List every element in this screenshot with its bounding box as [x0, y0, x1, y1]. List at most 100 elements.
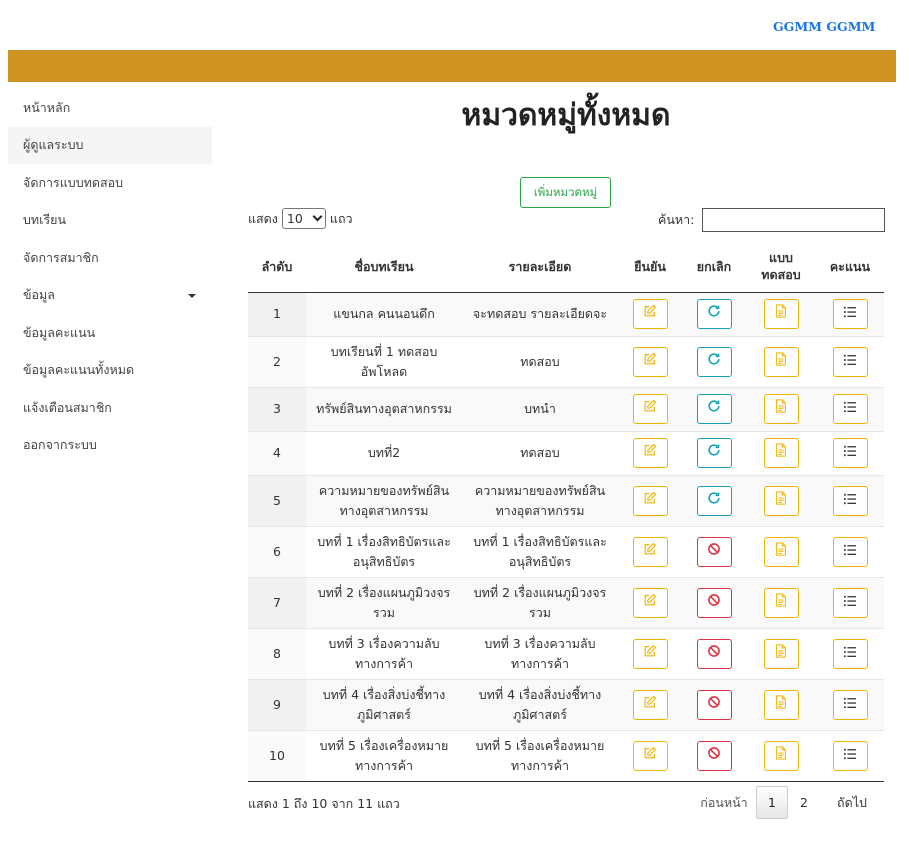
edit-icon: [643, 593, 657, 613]
cancel-button[interactable]: [696, 536, 732, 567]
cell-cancel: [682, 474, 746, 526]
table-info: แสดง 1 ถึง 10 จาก 11 แถว: [248, 796, 400, 811]
length-suffix: แถว: [329, 210, 353, 226]
sidebar-item-manage-members[interactable]: จัดการสมาชิก: [8, 239, 212, 277]
cell-no: 2: [248, 335, 306, 387]
confirm-button[interactable]: [632, 740, 668, 771]
table-row: 2 บทเรียนที่ 1 ทดสอบอัพโหลด ทดสอบ: [248, 335, 884, 387]
cancel-button[interactable]: [696, 740, 732, 771]
ban-icon: [707, 746, 721, 766]
cell-confirm: [618, 525, 682, 577]
score-button[interactable]: [832, 689, 868, 720]
table-row: 8 บทที่ 3 เรื่องความลับทางการค้า บทที่ 3 เ…: [248, 627, 884, 679]
sidebar-item-logout[interactable]: ออกจากระบบ: [8, 427, 212, 465]
document-icon: [775, 592, 787, 613]
list-icon: [843, 399, 857, 419]
score-button[interactable]: [832, 587, 868, 618]
column-header-score[interactable]: คะแนน: [816, 241, 884, 293]
cancel-button[interactable]: [696, 299, 732, 329]
column-header-detail[interactable]: รายละเอียด: [462, 241, 618, 293]
cancel-button[interactable]: [696, 689, 732, 720]
page-length-select[interactable]: 10: [281, 208, 326, 229]
ban-icon: [707, 542, 721, 562]
score-button[interactable]: [832, 394, 868, 424]
confirm-button[interactable]: [632, 346, 668, 377]
quiz-button[interactable]: [763, 740, 799, 771]
cell-quiz: [746, 291, 816, 336]
table-row: 5 ความหมายของทรัพย์สินทางอุตสาหกรรม ความหม…: [248, 474, 884, 526]
pagination-page-1[interactable]: 1: [756, 786, 788, 819]
quiz-button[interactable]: [763, 438, 799, 468]
pagination-page-2[interactable]: 2: [788, 786, 820, 819]
cell-no: 10: [248, 729, 306, 781]
cancel-button[interactable]: [696, 346, 732, 377]
table-body: 1 แขนกล คนนอนดึก จะทดสอบ รายละเอียดจะ 2 บทเร…: [248, 291, 884, 781]
user-name-link[interactable]: GGMM GGMM: [773, 19, 875, 34]
quiz-button[interactable]: [763, 638, 799, 669]
search-input[interactable]: [702, 208, 886, 232]
cell-quiz: [746, 525, 816, 577]
confirm-button[interactable]: [632, 638, 668, 669]
cell-no: 3: [248, 386, 306, 431]
confirm-button[interactable]: [632, 485, 668, 516]
sidebar-item-data[interactable]: ข้อมูล: [8, 277, 212, 315]
cell-confirm: [618, 291, 682, 336]
column-header-confirm[interactable]: ยืนยัน: [618, 241, 682, 293]
cancel-button[interactable]: [696, 587, 732, 618]
pagination-previous[interactable]: ก่อนหน้า: [694, 786, 754, 819]
sidebar-item-lessons[interactable]: บทเรียน: [8, 202, 212, 240]
sidebar-item-home[interactable]: หน้าหลัก: [8, 89, 212, 127]
list-icon: [843, 491, 857, 511]
quiz-button[interactable]: [763, 587, 799, 618]
score-button[interactable]: [832, 536, 868, 567]
score-button[interactable]: [832, 438, 868, 468]
cancel-button[interactable]: [696, 394, 732, 424]
column-header-name[interactable]: ชื่อบทเรียน: [306, 241, 462, 293]
cell-detail: บทที่ 2 เรื่องแผนภูมิวงจรรวม: [462, 576, 618, 628]
sidebar-item-label: ข้อมูล: [23, 287, 55, 303]
column-header-cancel[interactable]: ยกเลิก: [682, 241, 746, 293]
quiz-button[interactable]: [763, 485, 799, 516]
quiz-button[interactable]: [763, 689, 799, 720]
cell-cancel: [682, 525, 746, 577]
quiz-button[interactable]: [763, 346, 799, 377]
edit-icon: [643, 746, 657, 766]
sidebar-item-notify-members[interactable]: แจ้งเตือนสมาชิก: [8, 389, 212, 427]
score-button[interactable]: [832, 740, 868, 771]
cell-no: 8: [248, 627, 306, 679]
quiz-button[interactable]: [763, 536, 799, 567]
document-icon: [775, 745, 787, 766]
sidebar-item-manage-quiz[interactable]: จัดการแบบทดสอบ: [8, 164, 212, 202]
cell-score: [816, 386, 884, 431]
cell-confirm: [618, 729, 682, 781]
score-button[interactable]: [832, 485, 868, 516]
confirm-button[interactable]: [632, 394, 668, 424]
sidebar-item-admin[interactable]: ผู้ดูแลระบบ: [8, 126, 212, 164]
quiz-button[interactable]: [763, 299, 799, 329]
cancel-button[interactable]: [696, 485, 732, 516]
score-button[interactable]: [832, 346, 868, 377]
table-row: 9 บทที่ 4 เรื่องสิ่งบ่งชี้ทางภูมิศาสตร์ บท…: [248, 678, 884, 730]
quiz-button[interactable]: [763, 394, 799, 424]
sidebar-item-scores[interactable]: ข้อมูลคะแนน: [8, 314, 212, 352]
cell-no: 6: [248, 525, 306, 577]
confirm-button[interactable]: [632, 536, 668, 567]
sidebar-item-all-scores[interactable]: ข้อมูลคะแนนทั้งหมด: [8, 352, 212, 390]
cancel-button[interactable]: [696, 638, 732, 669]
pagination-next[interactable]: ถัดไป: [828, 786, 876, 819]
score-button[interactable]: [832, 299, 868, 329]
add-category-button[interactable]: เพิ่มหมวดหมู่: [520, 177, 611, 208]
cell-quiz: [746, 474, 816, 526]
column-header-quiz[interactable]: แบบ ทดสอบ: [746, 241, 816, 293]
confirm-button[interactable]: [632, 438, 668, 468]
cell-confirm: [618, 576, 682, 628]
confirm-button[interactable]: [632, 689, 668, 720]
confirm-button[interactable]: [632, 299, 668, 329]
cancel-button[interactable]: [696, 438, 732, 468]
document-icon: [775, 443, 787, 463]
score-button[interactable]: [832, 638, 868, 669]
column-header-no[interactable]: ลำดับ: [248, 241, 306, 293]
confirm-button[interactable]: [632, 587, 668, 618]
edit-icon: [643, 399, 657, 419]
cell-name: บทที่ 1 เรื่องสิทธิบัตรและอนุสิทธิบัตร: [306, 525, 462, 577]
